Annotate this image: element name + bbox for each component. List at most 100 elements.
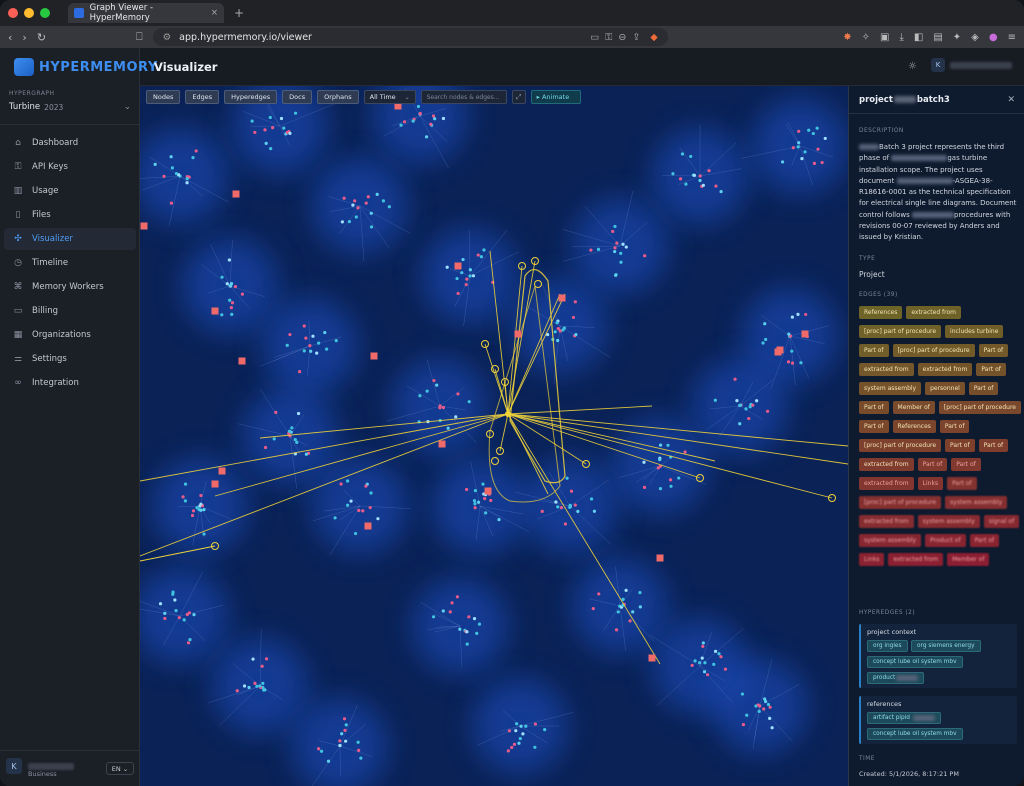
graph-node[interactable] (230, 301, 235, 305)
graph-node[interactable] (399, 123, 403, 127)
graph-node[interactable] (556, 338, 560, 343)
graph-node[interactable] (467, 400, 471, 404)
graph-node[interactable] (521, 732, 525, 736)
graph-node[interactable] (517, 741, 521, 745)
graph-node[interactable] (468, 268, 472, 272)
graph-node[interactable] (287, 429, 292, 433)
graph-node[interactable] (701, 183, 705, 187)
graph-node[interactable] (354, 215, 358, 219)
graph-node[interactable] (556, 505, 560, 509)
sidebar-item-integration[interactable]: ∞ Integration (4, 372, 136, 394)
forward-icon[interactable]: › (22, 31, 26, 44)
graph-node[interactable] (744, 407, 748, 411)
graph-node[interactable] (473, 488, 478, 493)
graph-node[interactable] (325, 347, 329, 351)
graph-node[interactable] (293, 438, 297, 442)
graph-node[interactable] (472, 499, 477, 503)
graph-node[interactable] (315, 351, 319, 355)
edge-chip[interactable]: extracted from (906, 306, 961, 319)
graph-node[interactable] (712, 662, 716, 666)
edge-chip[interactable]: References (859, 306, 903, 319)
edge-chip[interactable]: extracted from (859, 363, 914, 376)
edge-chip[interactable]: Part of (859, 401, 889, 414)
graph-node[interactable] (240, 292, 245, 296)
edge-chip[interactable]: signal of (983, 515, 1020, 528)
graph-node[interactable] (765, 409, 770, 413)
graph-node[interactable] (621, 242, 625, 246)
graph-node[interactable] (323, 330, 327, 335)
graph-node[interactable] (174, 171, 179, 176)
graph-node[interactable] (262, 688, 266, 692)
graph-node[interactable] (381, 199, 385, 203)
graph-node[interactable] (597, 592, 601, 596)
graph-node[interactable] (638, 591, 642, 595)
graph-node[interactable] (613, 224, 617, 229)
edge-chip[interactable]: Part of (939, 420, 970, 433)
graph-node[interactable] (799, 361, 803, 365)
edge-chip[interactable]: Member of (892, 401, 935, 414)
graph-node[interactable] (188, 638, 192, 642)
graph-node[interactable] (756, 703, 760, 707)
graph-node[interactable] (786, 360, 791, 364)
graph-node[interactable] (738, 403, 743, 407)
graph-node[interactable] (624, 588, 628, 592)
graph-node[interactable] (714, 184, 718, 188)
edge-chip[interactable]: Part of (945, 439, 975, 452)
graph-node[interactable] (357, 508, 361, 513)
edge-chip[interactable]: [proc] part of procedure (938, 401, 1021, 414)
graph-node[interactable] (402, 120, 407, 124)
graph-node[interactable] (571, 315, 576, 320)
graph-node[interactable] (448, 610, 452, 614)
graph-node[interactable] (247, 685, 251, 690)
brave-shield-icon[interactable]: ◆ (650, 32, 657, 43)
graph-node[interactable] (768, 716, 772, 720)
graph-node[interactable] (569, 489, 574, 493)
edge-chip[interactable]: Part of (978, 439, 1009, 452)
graph-node[interactable] (823, 136, 827, 141)
graph-node[interactable] (707, 169, 711, 173)
graph-node[interactable] (456, 291, 460, 296)
graph-node[interactable] (185, 181, 189, 185)
graph-node[interactable] (747, 416, 751, 421)
graph-node[interactable] (353, 531, 358, 536)
graph-node[interactable] (282, 126, 286, 130)
graph-node[interactable] (766, 702, 771, 707)
graph-node[interactable] (591, 607, 595, 611)
graph-node[interactable] (465, 630, 469, 634)
graph-node[interactable] (433, 117, 437, 121)
graph-node[interactable] (701, 641, 705, 645)
graph-node[interactable] (705, 673, 710, 677)
graph-node[interactable] (416, 104, 421, 109)
document-node[interactable] (370, 352, 378, 360)
graph-search-input[interactable]: Search nodes & edges... (420, 90, 507, 104)
graph-node[interactable] (183, 499, 188, 503)
document-node[interactable] (140, 222, 148, 230)
graph-node[interactable] (519, 724, 523, 728)
edge-chip[interactable]: Part of (951, 458, 981, 471)
graph-node[interactable] (475, 631, 479, 635)
graph-node[interactable] (450, 601, 454, 605)
graph-node[interactable] (554, 500, 558, 504)
edge-chip[interactable]: system assembly (859, 534, 922, 547)
graph-node[interactable] (615, 241, 619, 245)
edge-chip[interactable]: Part of (917, 458, 948, 471)
graph-node[interactable] (356, 206, 360, 210)
graph-node[interactable] (507, 729, 511, 733)
graph-node[interactable] (638, 605, 642, 609)
graph-canvas[interactable]: Nodes Edges Hyperedges Docs Orphans All … (140, 86, 848, 786)
nodes-toggle[interactable]: Nodes (146, 90, 181, 104)
graph-node[interactable] (288, 332, 292, 337)
graph-node[interactable] (574, 332, 578, 337)
graph-node[interactable] (186, 641, 191, 645)
graph-node[interactable] (619, 251, 623, 255)
graph-node[interactable] (464, 283, 468, 287)
graph-node[interactable] (279, 116, 284, 121)
graph-node[interactable] (258, 684, 262, 688)
graph-node[interactable] (658, 443, 663, 447)
graph-node[interactable] (268, 115, 272, 120)
graph-node[interactable] (304, 452, 308, 456)
sidebar-item-memory-workers[interactable]: ⌘ Memory Workers (4, 276, 136, 298)
graph-node[interactable] (565, 476, 569, 480)
close-window-button[interactable] (8, 8, 18, 18)
graph-node[interactable] (199, 508, 203, 512)
